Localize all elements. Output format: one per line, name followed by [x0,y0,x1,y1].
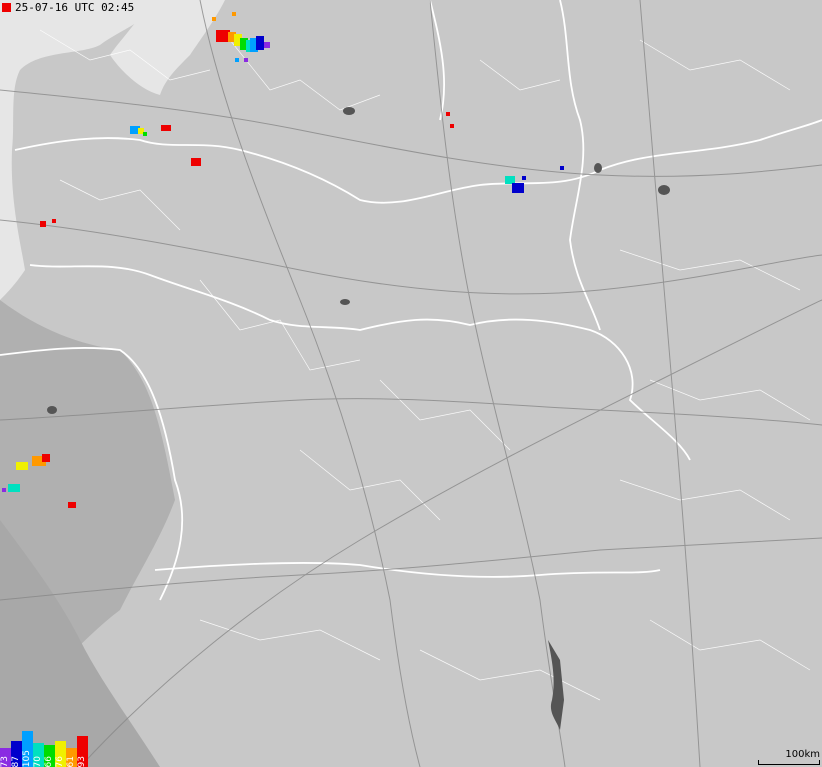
legend-bar: 87 [11,741,22,767]
legend-bar: 76 [55,741,66,767]
scale-label: 100km [785,749,820,760]
legend-bar: 73 [0,748,11,767]
legend-value: 73 [0,755,10,767]
legend-bar: 105 [22,731,33,767]
legend-value: 93 [77,755,87,767]
legend-value: 87 [11,755,21,767]
legend-bar: 93 [77,736,88,767]
timestamp-text: 25-07-16 UTC 02:45 [15,0,135,14]
legend-value: 76 [55,755,65,767]
admin-borders [39,29,811,701]
lightning-map: 25-07-16 UTC 02:45 73 87 105 70 66 76 61 93 100… [0,0,822,767]
legend-bar: 61 [66,748,77,767]
legend-value: 61 [66,755,76,767]
legend-value: 70 [33,755,43,767]
scale-line [758,760,820,765]
timestamp-label: 25-07-16 UTC 02:45 [0,0,134,14]
map-canvas [0,0,822,767]
legend-bar: 66 [44,745,55,767]
legend-bar: 70 [33,743,44,767]
strike-marker-icon [2,2,11,12]
legend-value: 66 [44,755,54,767]
legend-value: 105 [22,749,32,767]
strike-count-legend: 73 87 105 70 66 76 61 93 [0,731,88,767]
scale-bar: 100km [758,749,820,765]
